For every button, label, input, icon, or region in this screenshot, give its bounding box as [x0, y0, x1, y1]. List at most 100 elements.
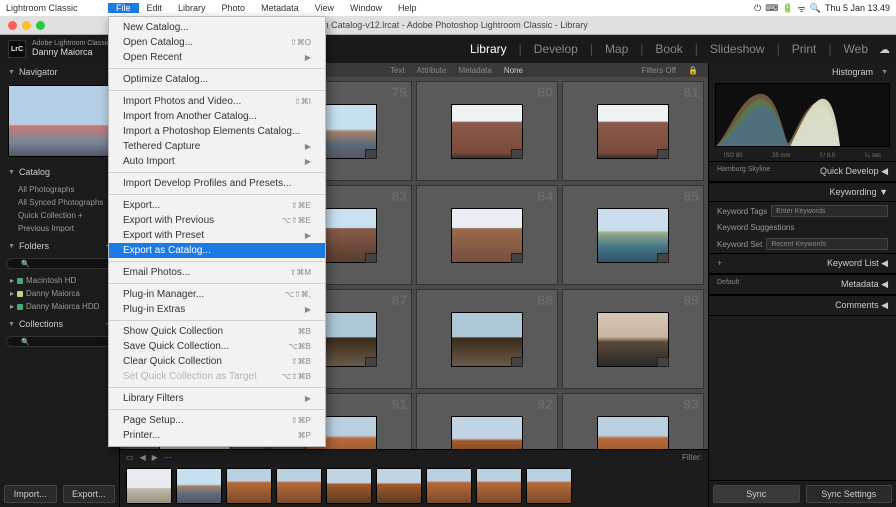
volume-item[interactable]: ▸Macintosh HD — [0, 274, 119, 287]
catalog-item[interactable]: All Synced Photographs — [0, 196, 119, 209]
grid-cell[interactable]: 88 — [416, 289, 558, 389]
catalog-item[interactable]: Quick Collection + — [0, 209, 119, 222]
menu-item-clear-quick-collection[interactable]: Clear Quick Collection⇧⌘B — [109, 354, 325, 369]
menu-item-open-catalog[interactable]: Open Catalog...⇧⌘O — [109, 35, 325, 50]
menu-item-export[interactable]: Export...⇧⌘E — [109, 198, 325, 213]
catalog-item[interactable]: All Photographs — [0, 183, 119, 196]
folders-header[interactable]: ▼Folders+ — [0, 237, 119, 255]
menu-item-plug-in-manager[interactable]: Plug-in Manager...⌥⇧⌘, — [109, 287, 325, 302]
lock-icon[interactable]: 🔒 — [688, 66, 698, 75]
menu-item-import-a-photoshop-elements-catalog[interactable]: Import a Photoshop Elements Catalog... — [109, 124, 325, 139]
grid-cell[interactable]: 81 — [562, 81, 704, 181]
menu-item-export-with-preset[interactable]: Export with Preset▶ — [109, 228, 325, 243]
import-button[interactable]: Import... — [4, 485, 57, 503]
keyword-list-header[interactable]: +Keyword List ◀ — [709, 253, 896, 274]
keyword-tags-field[interactable]: Enter Keywords — [771, 205, 888, 217]
export-button[interactable]: Export... — [63, 485, 116, 503]
cloud-sync-icon[interactable]: ☁ — [879, 43, 890, 56]
grid-cell[interactable]: 80 — [416, 81, 558, 181]
menu-item-export-with-previous[interactable]: Export with Previous⌥⇧⌘E — [109, 213, 325, 228]
module-print[interactable]: Print — [792, 42, 817, 56]
menu-item-save-quick-collection[interactable]: Save Quick Collection...⌥⌘B — [109, 339, 325, 354]
menu-item-import-develop-profiles-and-presets[interactable]: Import Develop Profiles and Presets... — [109, 176, 325, 191]
volume-item[interactable]: ▸Danny Maiorca HDD — [0, 300, 119, 313]
module-library[interactable]: Library — [470, 42, 507, 56]
filmstrip-thumb[interactable] — [476, 468, 522, 504]
filter-tab-attribute[interactable]: Attribute — [417, 66, 447, 75]
filmstrip-thumbs[interactable] — [120, 464, 708, 507]
catalog-item[interactable]: Previous Import — [0, 222, 119, 235]
menu-item-library-filters[interactable]: Library Filters▶ — [109, 391, 325, 406]
add-keyword-icon[interactable]: + — [717, 258, 722, 268]
thumbnail[interactable] — [597, 208, 669, 263]
folders-search[interactable]: 🔍 — [6, 258, 113, 269]
thumbnail[interactable] — [597, 312, 669, 367]
filter-tab-text[interactable]: Text — [390, 66, 405, 75]
filmstrip-thumb[interactable] — [376, 468, 422, 504]
filmstrip-thumb[interactable] — [426, 468, 472, 504]
menu-item-printer[interactable]: Printer...⌘P — [109, 428, 325, 443]
menu-library[interactable]: Library — [170, 3, 214, 13]
collections-header[interactable]: ▼Collections+ — [0, 315, 119, 333]
menu-item-export-as-catalog[interactable]: Export as Catalog... — [109, 243, 325, 258]
thumbnail[interactable] — [451, 104, 523, 159]
sync-button[interactable]: Sync — [713, 485, 800, 503]
histogram[interactable] — [715, 83, 890, 147]
quick-develop-header[interactable]: Hamburg Skyline Quick Develop ◀ — [709, 161, 896, 182]
menu-file[interactable]: File — [108, 3, 139, 13]
grid-cell[interactable]: 85 — [562, 185, 704, 285]
navigator-preview[interactable] — [8, 85, 112, 157]
grid-cell[interactable]: 89 — [562, 289, 704, 389]
thumbnail[interactable] — [597, 104, 669, 159]
sync-settings-button[interactable]: Sync Settings — [806, 485, 893, 503]
filter-tab-none[interactable]: None — [504, 66, 523, 75]
volume-item[interactable]: ▸Danny Maiorca — [0, 287, 119, 300]
menu-photo[interactable]: Photo — [214, 3, 254, 13]
filmstrip-thumb[interactable] — [176, 468, 222, 504]
menu-item-import-photos-and-video[interactable]: Import Photos and Video...⇧⌘I — [109, 94, 325, 109]
menu-item-new-catalog[interactable]: New Catalog... — [109, 20, 325, 35]
keywording-header[interactable]: Keywording ▼ — [709, 182, 896, 202]
module-book[interactable]: Book — [655, 42, 682, 56]
menu-item-email-photos[interactable]: Email Photos...⇧⌘M — [109, 265, 325, 280]
module-develop[interactable]: Develop — [534, 42, 578, 56]
filmstrip-thumb[interactable] — [126, 468, 172, 504]
filmstrip-thumb[interactable] — [526, 468, 572, 504]
filmstrip-thumb[interactable] — [326, 468, 372, 504]
thumbnail[interactable] — [451, 208, 523, 263]
catalog-header[interactable]: ▼Catalog — [0, 163, 119, 181]
filters-off-toggle[interactable]: Filters Off — [642, 66, 677, 75]
menu-help[interactable]: Help — [390, 3, 425, 13]
collections-search[interactable]: 🔍 — [6, 336, 113, 347]
quick-develop-preset[interactable]: Hamburg Skyline — [717, 166, 770, 173]
menu-item-open-recent[interactable]: Open Recent▶ — [109, 50, 325, 65]
filmstrip-nav-fwd-icon[interactable]: ▶ — [152, 453, 158, 462]
filmstrip-thumb[interactable] — [226, 468, 272, 504]
menu-metadata[interactable]: Metadata — [253, 3, 307, 13]
menu-view[interactable]: View — [307, 3, 342, 13]
filmstrip-source[interactable]: ⋯ — [164, 453, 172, 462]
histogram-header[interactable]: Histogram▼ — [709, 63, 896, 81]
keyword-set-field[interactable]: Recent Keywords — [766, 238, 888, 250]
comments-header[interactable]: Comments ◀ — [709, 295, 896, 316]
menu-item-tethered-capture[interactable]: Tethered Capture▶ — [109, 139, 325, 154]
menu-edit[interactable]: Edit — [139, 3, 171, 13]
metadata-preset[interactable]: Default — [717, 279, 739, 286]
navigator-header[interactable]: ▼Navigator — [0, 63, 119, 81]
metadata-header[interactable]: DefaultMetadata ◀ — [709, 274, 896, 295]
filmstrip-thumb[interactable] — [276, 468, 322, 504]
menu-item-auto-import[interactable]: Auto Import▶ — [109, 154, 325, 169]
module-slideshow[interactable]: Slideshow — [710, 42, 765, 56]
module-web[interactable]: Web — [844, 42, 868, 56]
module-map[interactable]: Map — [605, 42, 628, 56]
menu-item-optimize-catalog[interactable]: Optimize Catalog... — [109, 72, 325, 87]
menu-item-show-quick-collection[interactable]: Show Quick Collection⌘B — [109, 324, 325, 339]
grid-cell[interactable]: 84 — [416, 185, 558, 285]
menu-item-page-setup[interactable]: Page Setup...⇧⌘P — [109, 413, 325, 428]
thumbnail[interactable] — [451, 312, 523, 367]
menu-item-plug-in-extras[interactable]: Plug-in Extras▶ — [109, 302, 325, 317]
menu-item-import-from-another-catalog[interactable]: Import from Another Catalog... — [109, 109, 325, 124]
second-monitor-icon[interactable]: ▭ — [126, 453, 134, 462]
filter-tab-metadata[interactable]: Metadata — [458, 66, 491, 75]
filmstrip-nav-back-icon[interactable]: ◀ — [140, 453, 146, 462]
